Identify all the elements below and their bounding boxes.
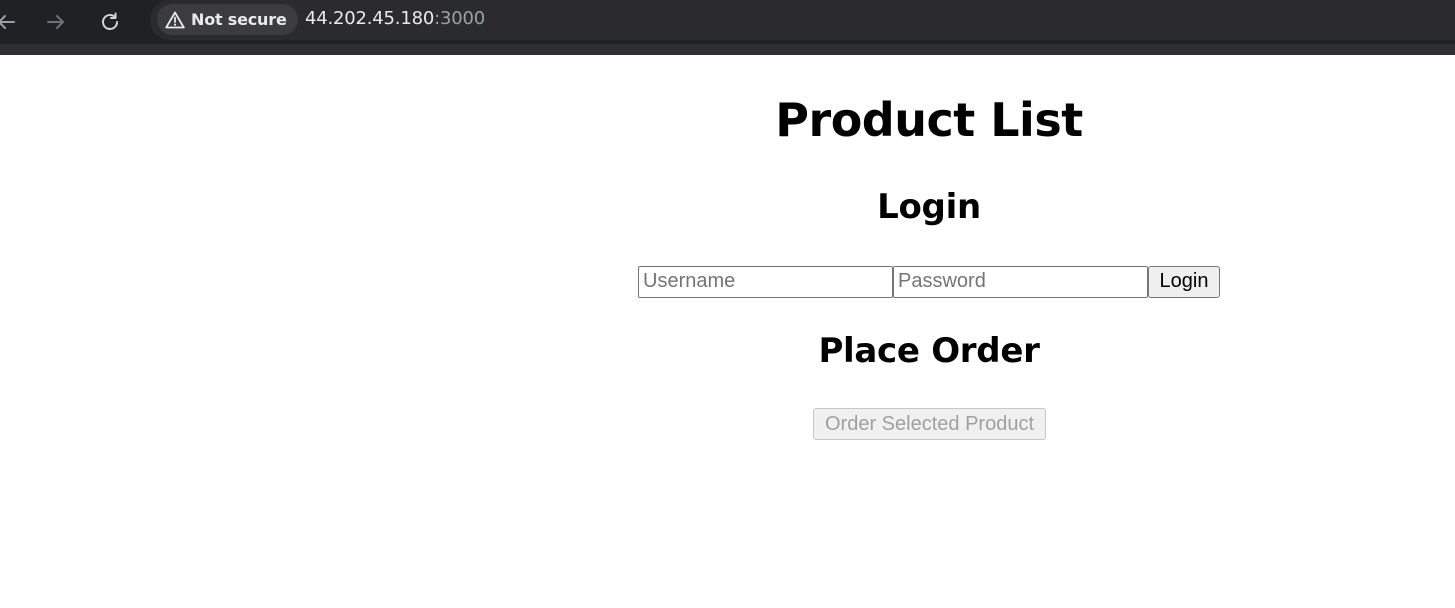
back-button[interactable] bbox=[0, 6, 22, 38]
browser-toolbar: Not secure 44.202.45.180:3000 bbox=[0, 0, 1455, 44]
order-selected-product-button[interactable]: Order Selected Product bbox=[813, 408, 1046, 440]
reload-icon bbox=[102, 12, 118, 30]
login-button[interactable]: Login bbox=[1148, 265, 1220, 298]
url-host: 44.202.45.180 bbox=[305, 8, 435, 29]
password-input[interactable] bbox=[893, 265, 1148, 298]
url-text[interactable]: 44.202.45.180:3000 bbox=[305, 8, 485, 29]
back-arrow-icon bbox=[0, 15, 15, 29]
warning-icon bbox=[165, 11, 185, 28]
login-form: Login bbox=[403, 265, 1455, 298]
username-input[interactable] bbox=[638, 265, 893, 298]
page-content: Product List Login Login Place Order Ord… bbox=[0, 55, 1455, 608]
toolbar-divider bbox=[0, 44, 1455, 55]
security-label: Not secure bbox=[191, 10, 287, 29]
reload-button[interactable] bbox=[94, 6, 126, 38]
forward-button[interactable] bbox=[40, 6, 72, 38]
page-title: Product List bbox=[775, 93, 1083, 147]
login-heading: Login bbox=[877, 187, 981, 227]
url-port: :3000 bbox=[434, 8, 485, 29]
place-order-heading: Place Order bbox=[818, 331, 1040, 371]
security-indicator[interactable]: Not secure bbox=[157, 4, 298, 35]
forward-arrow-icon bbox=[47, 15, 64, 29]
